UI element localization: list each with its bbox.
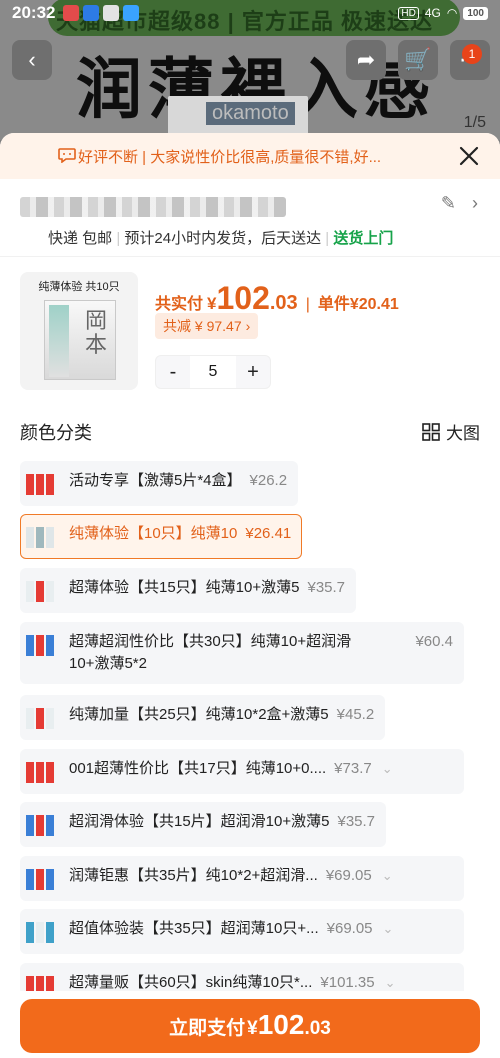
back-icon[interactable]: ‹: [12, 40, 52, 80]
status-bar: 20:32 HD 4G ◠ 100: [0, 0, 500, 26]
cart-icon[interactable]: 🛒: [398, 40, 438, 80]
notification-icons: [63, 5, 140, 21]
pay-amount-dec: .03: [304, 1018, 331, 1039]
chat-bubble-icon: [58, 148, 76, 163]
battery-icon: 100: [463, 6, 488, 20]
close-icon[interactable]: [456, 143, 482, 169]
shipping-info: 快递 包邮 | 预计24小时内发货，后天送达 | 送货上门: [48, 230, 394, 247]
shipping-eta: 预计24小时内发货，后天送达: [124, 230, 322, 247]
variant-thumbnail: [25, 705, 55, 731]
variant-thumbnail: [25, 866, 55, 892]
variant-price: ¥35.7: [307, 579, 346, 596]
variant-option[interactable]: 纯薄体验【10只】纯薄10 ¥26.41: [20, 514, 303, 559]
grid-icon: [422, 422, 440, 441]
big-image-label: 大图: [446, 424, 480, 443]
variant-thumbnail: [25, 578, 55, 604]
pay-bar: 立即支付 ¥ 102 .03: [0, 991, 500, 1058]
variant-name: 001超薄性价比【共17只】纯薄10+0....: [69, 760, 327, 777]
edit-icon[interactable]: ✎: [441, 193, 456, 214]
variant-price: ¥69.05: [326, 920, 373, 937]
hd-icon: HD: [398, 6, 419, 20]
variant-option[interactable]: 超值体验装【共35只】超润薄10只+... ¥69.05 ⌄: [20, 909, 464, 954]
variant-name: 纯薄加量【共25只】纯薄10*2盒+激薄5: [69, 706, 329, 723]
sku-image-caption: 纯薄体验 共10只: [38, 281, 120, 293]
variant-price: ¥45.2: [336, 706, 375, 723]
condom-box-graphic: 岡本: [44, 300, 116, 380]
address-text-blurred: [20, 197, 286, 217]
decrement-button[interactable]: -: [156, 361, 190, 384]
app-notification-icon: [103, 5, 120, 21]
variant-option[interactable]: 超润滑体验【共15片】超润滑10+激薄5 ¥35.7: [20, 802, 387, 847]
discount-text: 共减 ¥ 97.47: [163, 318, 242, 334]
sku-image[interactable]: 纯薄体验 共10只 岡本: [20, 272, 138, 390]
increment-button[interactable]: +: [236, 361, 270, 384]
discount-badge[interactable]: 共减 ¥ 97.47 ›: [155, 313, 259, 339]
quantity-stepper: - 5 +: [155, 355, 271, 389]
quantity-input[interactable]: 5: [190, 356, 236, 388]
brand-logo: okamoto: [206, 102, 295, 125]
chevron-down-icon: ⌄: [381, 761, 393, 776]
pay-now-button[interactable]: 立即支付 ¥ 102 .03: [20, 999, 480, 1053]
variant-name: 超润滑体验【共15片】超润滑10+激薄5: [69, 813, 330, 830]
pay-amount-int: 102: [257, 1009, 305, 1040]
variant-price: ¥35.7: [337, 813, 376, 830]
variant-thumbnail: [25, 471, 55, 497]
status-time: 20:32: [12, 3, 56, 22]
total-price-int: 102: [216, 280, 270, 316]
review-banner: 好评不断 | 大家说性价比很高,质量很不错,好...: [0, 133, 500, 179]
price-separator: |: [305, 296, 310, 313]
pay-label: 立即支付: [169, 1018, 246, 1039]
cart-badge: 1: [462, 44, 482, 64]
variant-thumbnail: [25, 632, 55, 658]
review-text: 好评不断 | 大家说性价比很高,质量很不错,好...: [78, 148, 382, 166]
variant-name: 超值体验装【共35只】超润薄10只+...: [69, 920, 319, 937]
divider: [0, 256, 500, 257]
share-icon[interactable]: ➦: [346, 40, 386, 80]
chevron-right-icon[interactable]: ›: [472, 193, 478, 214]
variant-section-title: 颜色分类: [20, 423, 92, 443]
shipping-express: 快递 包邮: [48, 230, 113, 247]
sku-selector-sheet: 好评不断 | 大家说性价比很高,质量很不错,好... ✎ › 快递 包邮 | 预…: [0, 133, 500, 1058]
variant-price: ¥60.4: [415, 633, 453, 650]
variant-thumbnail: [25, 919, 55, 945]
variant-name: 纯薄体验【10只】纯薄10: [69, 525, 238, 542]
total-label: 共实付: [155, 296, 204, 313]
app-notification-icon: [63, 5, 80, 21]
image-page-indicator: 1/5: [463, 114, 486, 131]
variant-name: 活动专享【激薄5片*4盒】: [69, 472, 242, 489]
variant-option[interactable]: 纯薄加量【共25只】纯薄10*2盒+激薄5 ¥45.2: [20, 695, 386, 740]
chevron-down-icon: ⌄: [381, 868, 393, 883]
app-notification-icon: [123, 5, 140, 21]
variant-price: ¥26.41: [245, 525, 292, 542]
unit-label: 单件: [317, 296, 350, 313]
network-label: 4G: [424, 6, 441, 20]
variant-name: 超薄超润性价比【共30只】纯薄10+超润滑: [69, 633, 352, 650]
variant-option[interactable]: 超薄体验【共15只】纯薄10+激薄5 ¥35.7: [20, 568, 357, 613]
total-currency: ¥: [207, 294, 217, 313]
variant-thumbnail: [25, 524, 55, 550]
variant-option[interactable]: 001超薄性价比【共17只】纯薄10+0.... ¥73.7 ⌄: [20, 749, 464, 794]
door-delivery-label: 送货上门: [333, 230, 394, 247]
variant-price: ¥26.2: [249, 472, 288, 489]
wifi-icon: ◠: [446, 6, 458, 20]
total-price-dec: .03: [269, 292, 298, 314]
variant-price: ¥73.7: [334, 760, 372, 777]
big-image-toggle[interactable]: 大图: [422, 419, 480, 444]
variant-option[interactable]: 超薄超润性价比【共30只】纯薄10+超润滑 10+激薄5*2 ¥60.4: [20, 622, 464, 684]
variant-thumbnail: [25, 812, 55, 838]
variant-name-line2: 10+激薄5*2: [69, 655, 147, 672]
chevron-down-icon: ⌄: [382, 921, 394, 936]
variant-option[interactable]: 润薄钜惠【共35片】纯10*2+超润滑... ¥69.05 ⌄: [20, 856, 464, 901]
app-notification-icon: [83, 5, 100, 21]
unit-price: ¥20.41: [349, 296, 399, 313]
variant-option[interactable]: 活动专享【激薄5片*4盒】 ¥26.2: [20, 461, 299, 506]
pay-currency: ¥: [247, 1018, 258, 1039]
chevron-right-icon: ›: [245, 318, 251, 334]
variant-name: 超薄体验【共15只】纯薄10+激薄5: [69, 579, 300, 596]
variant-thumbnail: [25, 759, 55, 785]
price-summary: 共实付 ¥ 102 .03 | 单件 ¥20.41: [155, 280, 399, 317]
variant-price: ¥69.05: [325, 867, 372, 884]
variant-name: 润薄钜惠【共35片】纯10*2+超润滑...: [69, 867, 318, 884]
